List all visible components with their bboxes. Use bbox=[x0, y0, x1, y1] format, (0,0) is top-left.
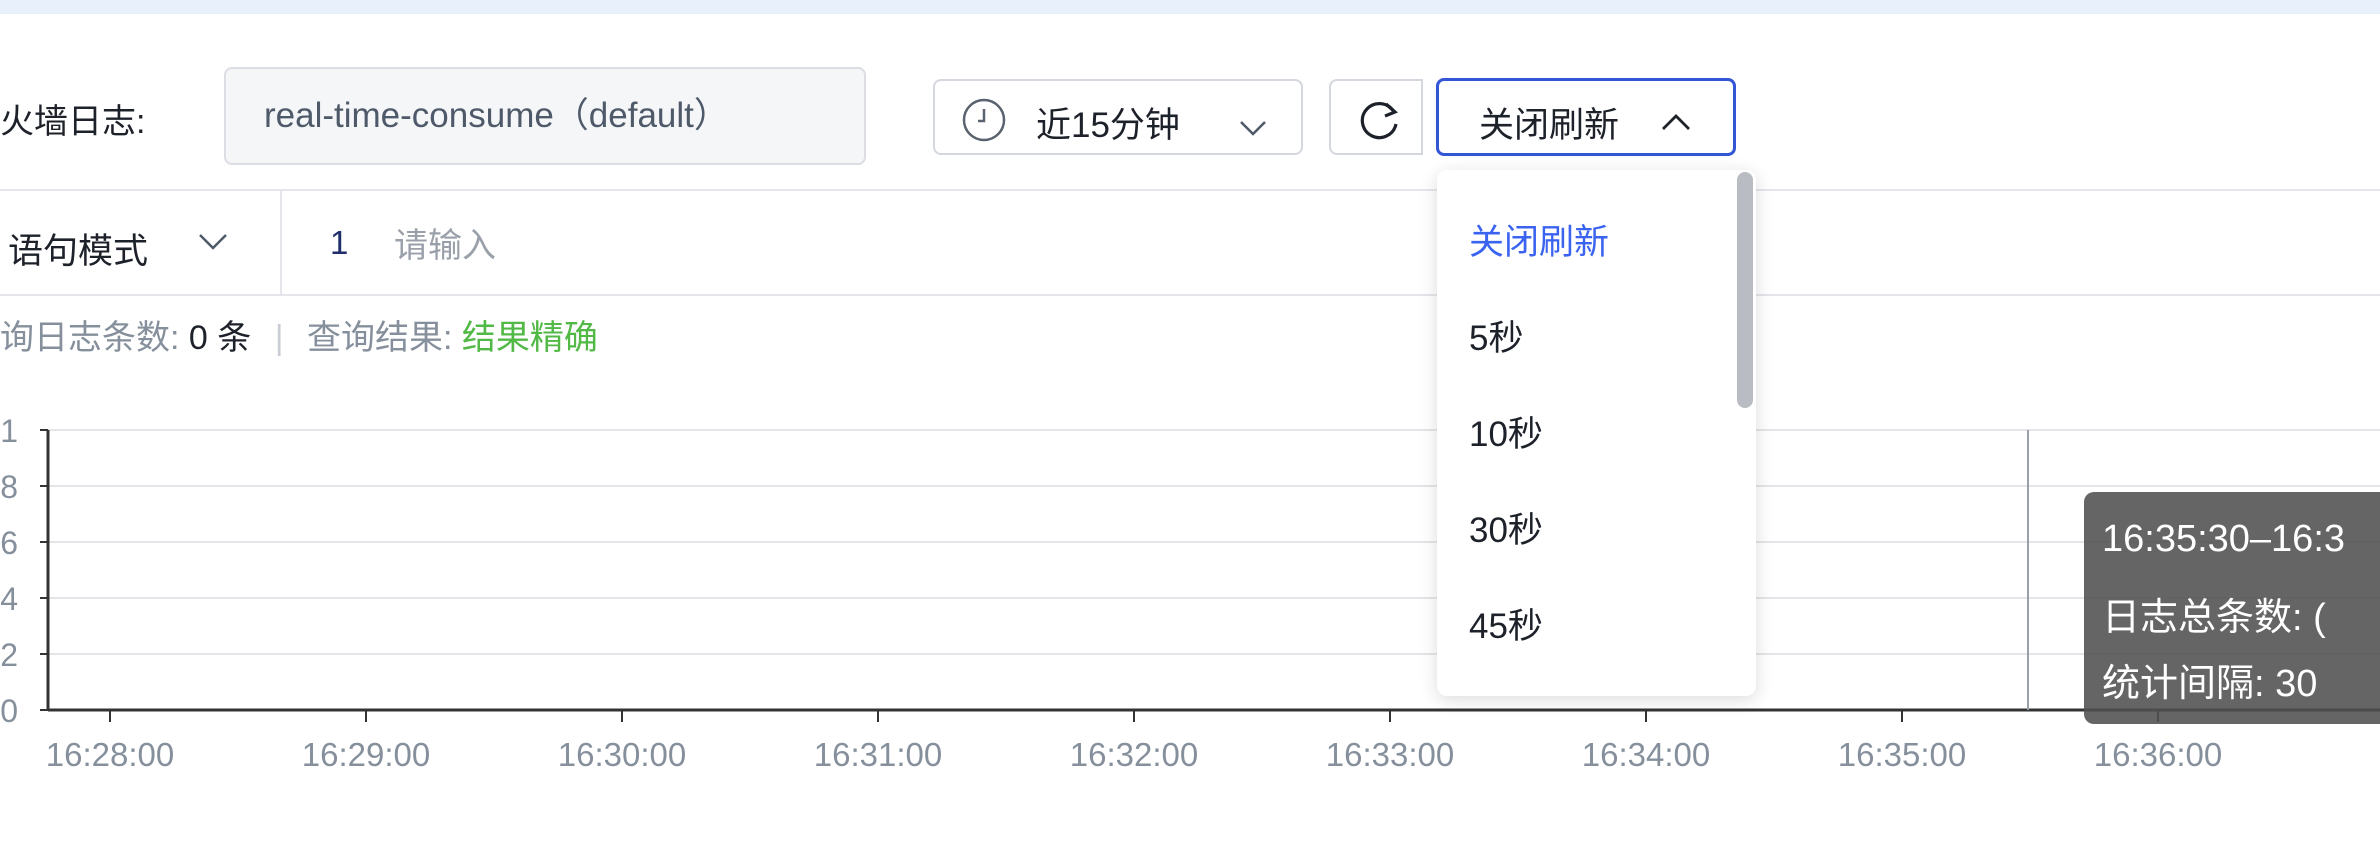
tooltip-interval: 统计间隔: 30 bbox=[2102, 663, 2318, 705]
x-tick-label: 16:30:00 bbox=[558, 736, 686, 773]
x-tick-label: 16:34:00 bbox=[1582, 736, 1710, 773]
y-tick-label: 8 bbox=[0, 469, 18, 505]
y-tick-label: 1 bbox=[0, 413, 18, 449]
time-range-value: 近15分钟 bbox=[1036, 106, 1180, 145]
chevron-down-icon[interactable] bbox=[196, 231, 230, 258]
refresh-button[interactable] bbox=[1329, 79, 1423, 155]
refresh-option[interactable]: 30秒 bbox=[1469, 502, 1543, 553]
logstore-label: 火墙日志: bbox=[0, 103, 146, 141]
y-tick-label: 6 bbox=[0, 525, 18, 561]
refresh-option[interactable]: 关闭刷新 bbox=[1469, 214, 1609, 265]
dropdown-scrollbar[interactable] bbox=[1737, 172, 1753, 408]
y-tick-label: 2 bbox=[0, 637, 18, 673]
query-stats: 询日志条数: 0 条 | 查询结果: 结果精确 bbox=[0, 310, 598, 359]
line-number: 1 bbox=[330, 224, 349, 261]
refresh-interval-dropdown: 关闭刷新 5秒 10秒 30秒 45秒 bbox=[1437, 170, 1756, 696]
chevron-down-icon bbox=[1238, 107, 1268, 147]
tooltip-time-range: 16:35:30–16:3 bbox=[2102, 518, 2346, 560]
y-tick-label: 0 bbox=[0, 693, 18, 729]
x-tick-label: 16:35:00 bbox=[1838, 736, 1966, 773]
tooltip-total-count: 日志总条数: ( bbox=[2102, 597, 2326, 639]
auto-refresh-select[interactable]: 关闭刷新 bbox=[1436, 78, 1736, 156]
separator: | bbox=[274, 319, 284, 357]
query-mode-select[interactable]: 语句模式 bbox=[8, 223, 148, 274]
divider bbox=[0, 294, 2380, 296]
divider bbox=[0, 189, 2380, 191]
auto-refresh-value: 关闭刷新 bbox=[1479, 106, 1620, 145]
result-value: 结果精确 bbox=[461, 319, 598, 357]
x-tick-label: 16:28:00 bbox=[46, 736, 174, 773]
count-label: 询日志条数: bbox=[0, 319, 180, 357]
logstore-select[interactable]: real-time-consume（default） bbox=[224, 67, 866, 165]
chart-tooltip: 16:35:30–16:3 日志总条数: ( 统计间隔: 30 bbox=[2084, 492, 2380, 724]
divider bbox=[280, 191, 282, 294]
clock-icon bbox=[961, 97, 1007, 152]
refresh-option[interactable]: 5秒 bbox=[1469, 310, 1523, 361]
top-banner bbox=[0, 0, 2380, 14]
x-tick-label: 16:29:00 bbox=[302, 736, 430, 773]
chevron-up-icon bbox=[1659, 103, 1693, 143]
log-histogram-chart: 0 2 4 6 8 1 16:28:00 16:29:00 16:30:00 16:31:00 16… bbox=[0, 413, 2380, 773]
query-input[interactable] bbox=[392, 220, 1296, 272]
x-tick-label: 16:36:00 bbox=[2094, 736, 2222, 773]
refresh-option[interactable]: 45秒 bbox=[1469, 598, 1543, 649]
y-tick-label: 4 bbox=[0, 581, 18, 617]
x-tick-label: 16:33:00 bbox=[1326, 736, 1454, 773]
result-label: 查询结果: bbox=[307, 319, 453, 357]
x-tick-label: 16:31:00 bbox=[814, 736, 942, 773]
count-value: 0 条 bbox=[188, 319, 252, 357]
x-tick-label: 16:32:00 bbox=[1070, 736, 1198, 773]
time-range-picker[interactable]: 近15分钟 bbox=[933, 79, 1303, 155]
refresh-option[interactable]: 10秒 bbox=[1469, 406, 1543, 457]
